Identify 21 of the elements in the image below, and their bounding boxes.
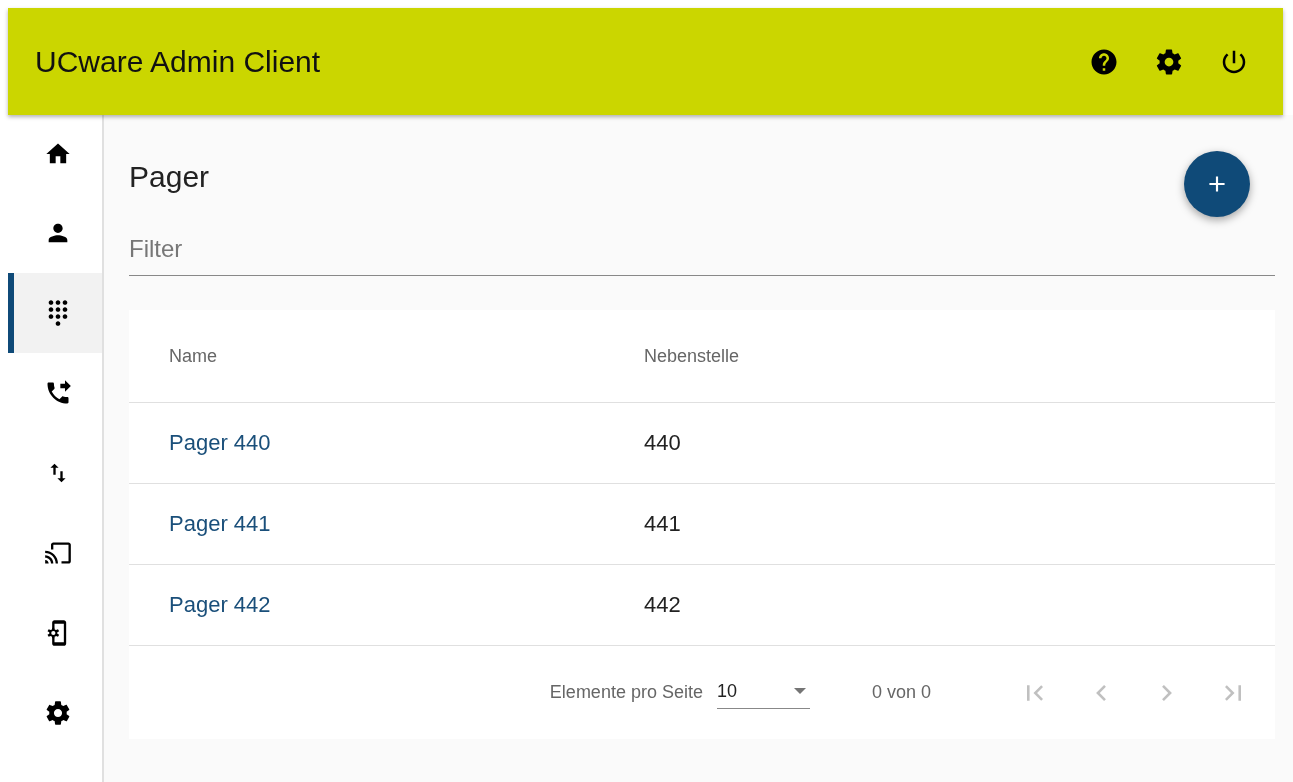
next-page-icon <box>1162 684 1172 701</box>
caret-icon <box>793 688 806 694</box>
pager-name-link[interactable]: Pager 441 <box>169 511 644 537</box>
settings-icon <box>44 699 72 727</box>
previous-page-icon <box>1096 684 1106 701</box>
sidebar-item[interactable] <box>8 273 102 353</box>
pager-name-link[interactable]: Pager 440 <box>169 430 644 456</box>
column-header: Nebenstelle <box>644 345 741 367</box>
first-page-icon <box>1027 684 1043 701</box>
page-range: 0 von 0 <box>871 682 931 703</box>
pager-name-link[interactable]: Pager 442 <box>169 592 644 618</box>
page-size-label: Elemente pro Seite <box>549 682 703 703</box>
add-button[interactable] <box>1184 151 1250 217</box>
page-title: Pager <box>129 160 210 194</box>
last-page-icon <box>1225 684 1241 701</box>
table-cell-text: 441 <box>644 511 682 537</box>
filter-field[interactable]: Filter <box>129 227 1275 276</box>
column-header: Name <box>169 345 218 367</box>
app-title: UCware Admin Client <box>35 44 321 79</box>
table-cell-text: 440 <box>644 430 682 456</box>
table-cell-text: 442 <box>644 592 682 618</box>
